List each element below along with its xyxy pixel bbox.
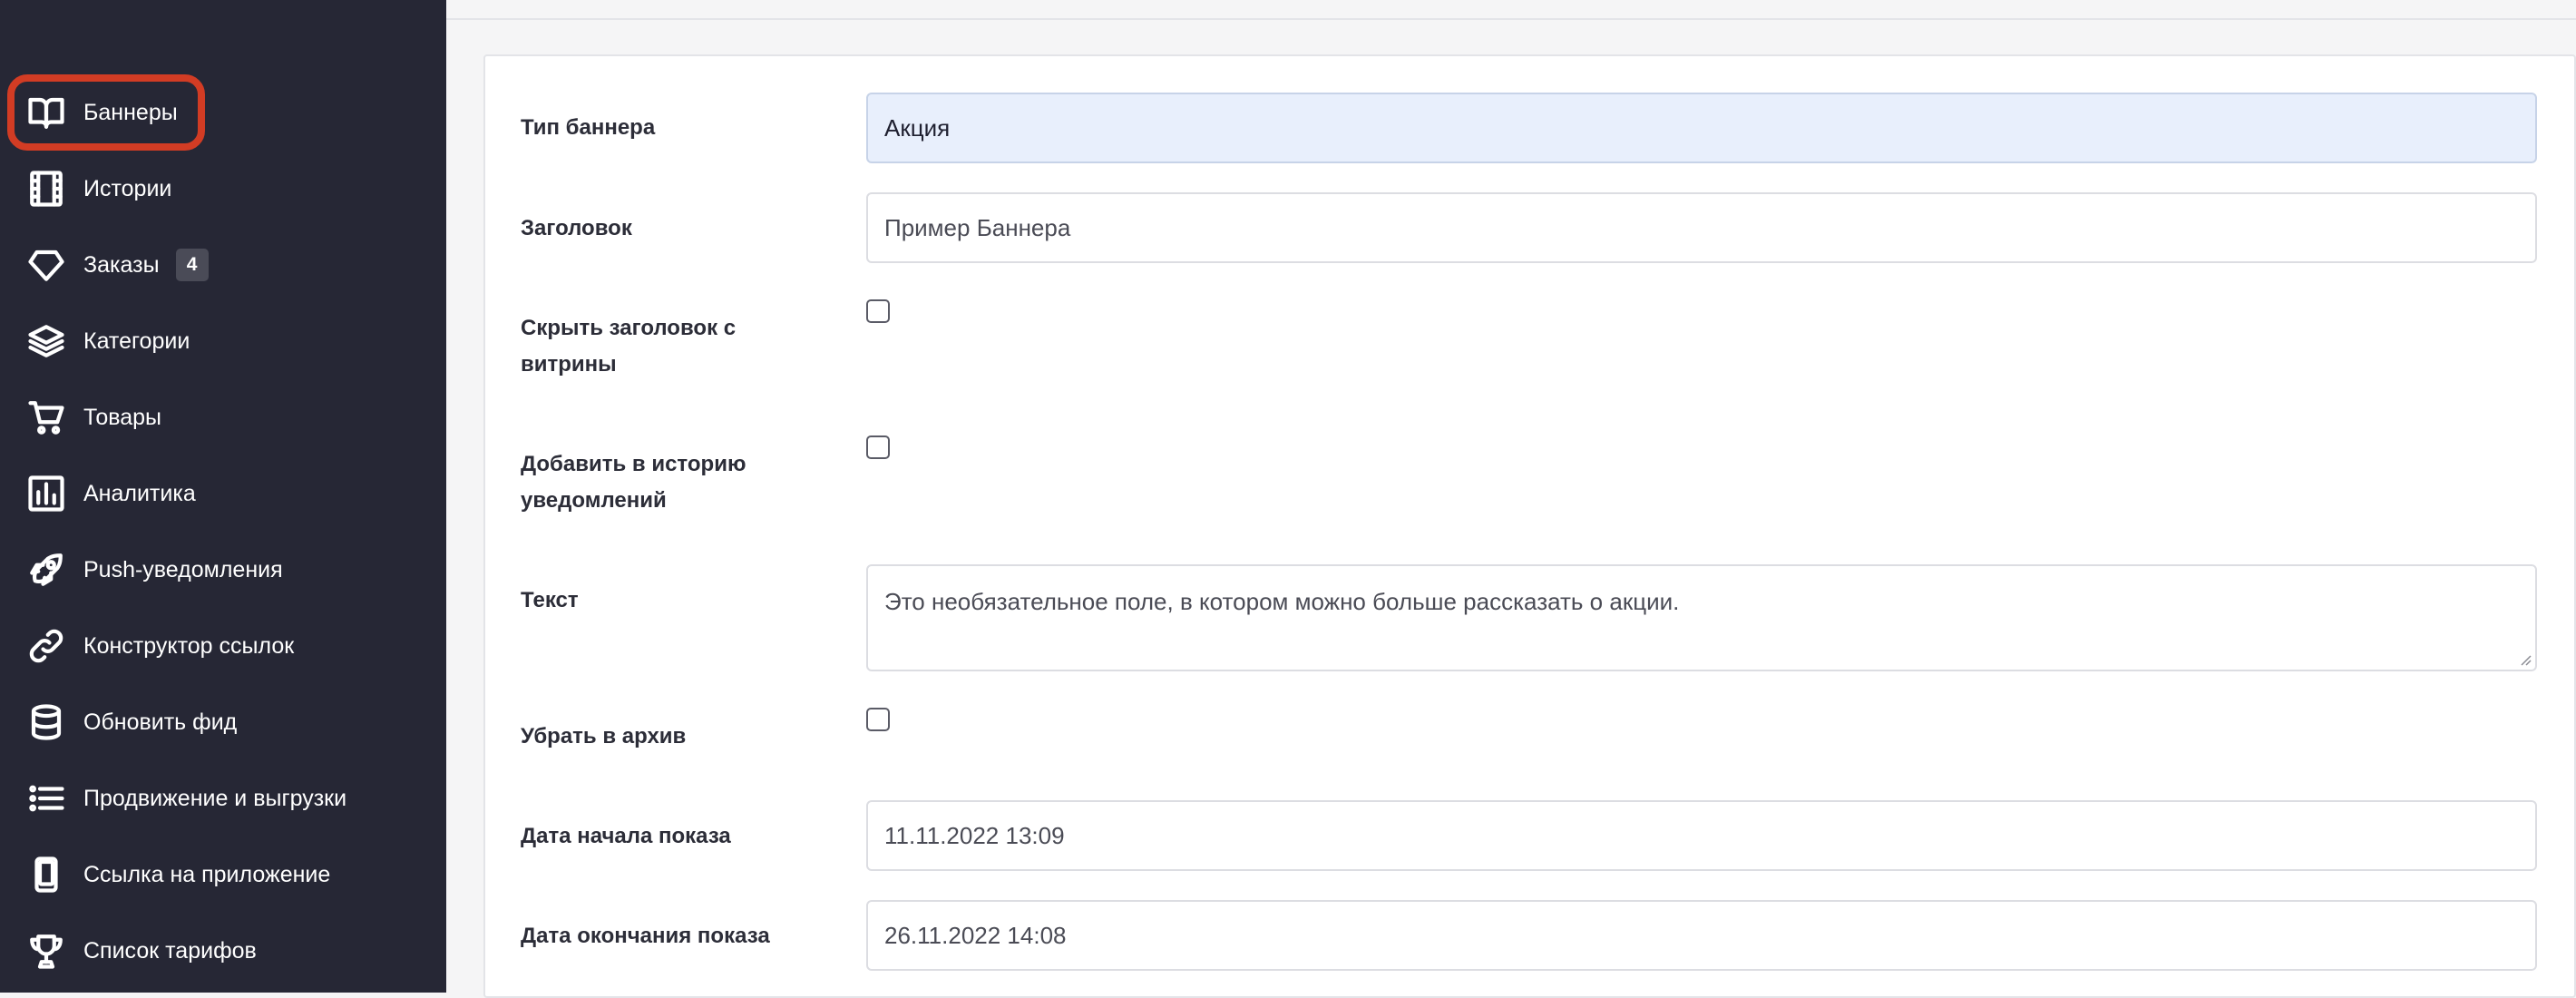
film-icon [25,168,67,210]
rocket-icon [25,549,67,591]
resize-grip-icon[interactable] [2517,651,2532,666]
list-icon [25,778,67,819]
banner-type-select[interactable]: Акция [866,93,2537,163]
archive-checkbox[interactable] [866,708,890,731]
start-date-label: Дата начала показа [521,824,731,848]
sidebar-item-label: Истории [83,175,172,201]
sidebar-item-link-builder[interactable]: Конструктор ссылок [25,619,294,673]
sidebar-item-products[interactable]: Товары [25,390,161,445]
banner-type-value: Акция [884,113,951,142]
sidebar-item-label: Заказы [83,251,160,278]
text-textarea[interactable]: Это необязательное поле, в котором можно… [866,564,2537,671]
add-to-history-label: Добавить в историю уведомлений [521,452,746,513]
sidebar-item-analytics[interactable]: Аналитика [25,466,196,521]
title-label: Заголовок [521,216,632,240]
text-value: Это необязательное поле, в котором можно… [884,588,1680,615]
banner-type-label: Тип баннера [521,115,656,140]
sidebar-item-label: Товары [83,404,161,430]
title-value: Пример Баннера [884,213,1071,241]
sidebar-item-label: Push-уведомления [83,556,283,582]
database-icon [25,701,67,743]
topbar [446,0,2576,20]
sidebar-item-banners[interactable]: Баннеры [25,85,178,140]
end-date-label: Дата окончания показа [521,924,770,948]
sidebar-item-label: Конструктор ссылок [83,632,295,659]
sidebar-item-app-link[interactable]: Ссылка на приложение [25,847,330,902]
sidebar-item-label: Обновить фид [83,709,238,735]
layers-icon [25,320,67,362]
start-date-input[interactable]: 11.11.2022 13:09 [866,800,2537,871]
text-label: Текст [521,588,579,612]
link-icon [25,625,67,667]
trophy-icon [25,930,67,972]
smartphone-icon [25,854,67,895]
diamond-icon [25,244,67,286]
shopping-cart-icon [25,396,67,438]
sidebar-item-label: Список тарифов [83,937,257,964]
sidebar-item-update-feed[interactable]: Обновить фид [25,695,237,749]
bar-chart-icon [25,473,67,514]
sidebar-item-stories[interactable]: Истории [25,161,171,216]
sidebar-item-label: Продвижение и выгрузки [83,785,347,811]
sidebar-item-categories[interactable]: Категории [25,314,190,368]
sidebar-item-label: Категории [83,328,190,354]
sidebar-item-label: Баннеры [83,99,178,125]
sidebar: Баннеры Истории Заказы 4 Категории Товар… [0,0,446,993]
end-date-input[interactable]: 26.11.2022 14:08 [866,900,2537,971]
start-date-value: 11.11.2022 13:09 [884,821,1065,849]
end-date-value: 26.11.2022 14:08 [884,921,1067,949]
hide-title-label: Скрыть заголовок с витрины [521,316,737,377]
sidebar-item-push[interactable]: Push-уведомления [25,543,283,597]
hide-title-checkbox[interactable] [866,299,890,323]
sidebar-item-orders[interactable]: Заказы 4 [25,238,209,292]
sidebar-item-label: Ссылка на приложение [83,861,331,887]
add-to-history-checkbox[interactable] [866,435,890,459]
orders-count-badge: 4 [175,249,209,281]
book-open-icon [25,92,67,133]
sidebar-item-tariffs[interactable]: Список тарифов [25,924,257,978]
sidebar-item-promotion[interactable]: Продвижение и выгрузки [25,771,346,826]
title-input[interactable]: Пример Баннера [866,192,2537,263]
archive-label: Убрать в архив [521,724,687,748]
sidebar-item-label: Аналитика [83,480,196,506]
